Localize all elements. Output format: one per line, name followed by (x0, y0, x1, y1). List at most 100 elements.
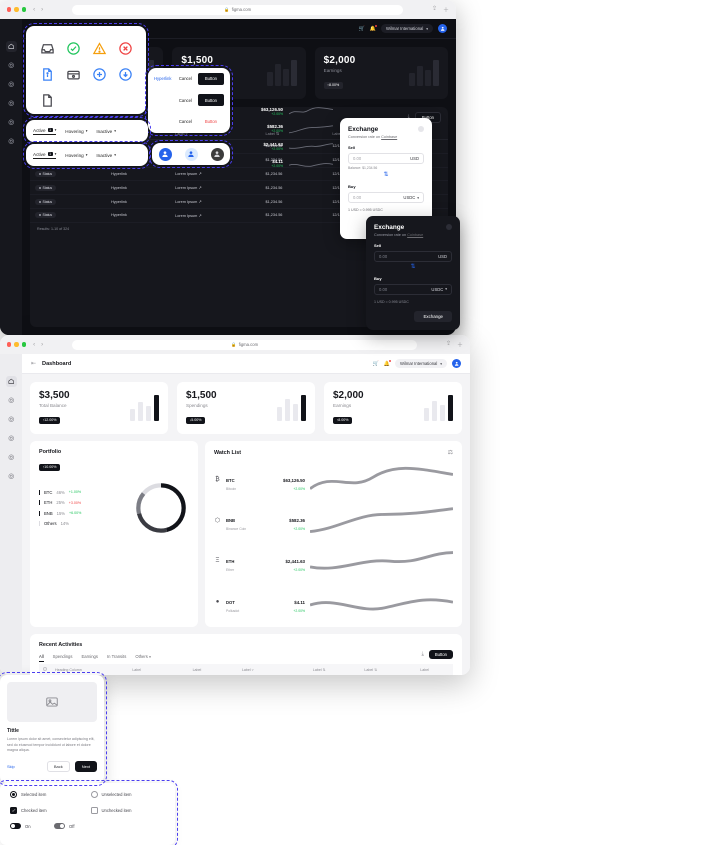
primary-button-disabled[interactable]: Button (198, 116, 224, 128)
primary-button[interactable]: Button (197, 94, 224, 107)
watchlist-row-eth[interactable]: Ξ ETH Ether $2,441.63 +2.00% (214, 544, 453, 578)
avatar-light[interactable] (184, 147, 198, 161)
filter-icon[interactable]: ⚖ (448, 449, 453, 456)
address-bar[interactable]: 🔒 figma.com (72, 4, 403, 15)
column-header-sortable[interactable]: Label ▿ (237, 664, 309, 675)
select-all-checkbox[interactable] (39, 664, 51, 675)
avatar[interactable] (452, 359, 461, 368)
dropdown-active[interactable]: Active 1 ▾ (33, 152, 57, 159)
gear-icon[interactable] (418, 126, 424, 132)
chrome-actions[interactable]: ⇪ ＋ (446, 340, 463, 349)
watchlist-row-btc[interactable]: ₿ BTC Bitcoin $63,126.50 +2.00% (214, 463, 453, 497)
back-button[interactable]: Back (46, 760, 70, 772)
sell-input[interactable]: 0.00 USD (348, 152, 424, 164)
sidebar-item-settings-3[interactable] (6, 433, 17, 444)
avatar[interactable] (438, 24, 447, 33)
stat-card-spendings: $1,500 Spendings ↓5.00% (177, 382, 315, 434)
link-cell[interactable]: Hyperlink (106, 180, 171, 196)
primary-button[interactable]: Button (197, 72, 224, 85)
column-header[interactable]: Label (128, 664, 189, 675)
checkbox-checked[interactable]: ✓ Checked item (10, 807, 85, 814)
sidebar-item-settings-2[interactable] (6, 414, 17, 425)
crypto-change: +2.00% (271, 111, 283, 116)
nav-arrows[interactable]: ‹ › (33, 342, 43, 348)
window-controls[interactable] (7, 342, 27, 347)
maximize-icon[interactable] (21, 342, 27, 347)
checkbox-unchecked[interactable]: Unchecked item (90, 807, 166, 814)
collapse-sidebar-icon[interactable]: ⇤ (31, 360, 36, 367)
dropdown-inactive[interactable]: Inactive ▾ (96, 153, 116, 158)
radio-unselected[interactable]: Unselected item (90, 791, 166, 798)
share-icon[interactable]: ⇪ (432, 5, 437, 14)
nav-arrows[interactable]: ‹ › (33, 7, 43, 13)
sidebar-item-settings-2[interactable] (6, 79, 17, 90)
external-link-icon[interactable]: ↗ (198, 214, 201, 218)
radio-selected[interactable]: Selected item (10, 791, 85, 798)
org-switcher[interactable]: Wilmar International ▾ (381, 24, 433, 33)
column-header[interactable]: Label (188, 664, 238, 675)
dropdown-hovering[interactable]: Hovering ▾ (65, 129, 87, 134)
back-icon[interactable]: ‹ (33, 7, 35, 13)
sidebar-item-settings-5[interactable] (6, 471, 17, 482)
avatar-blue[interactable] (158, 147, 172, 161)
coinbase-link[interactable]: Coinbase (381, 135, 397, 139)
sell-currency[interactable]: USD (410, 156, 419, 161)
external-link-icon[interactable]: ↗ (198, 172, 201, 176)
cancel-button[interactable]: Cancel (179, 76, 192, 81)
cart-icon[interactable]: 🛒 (373, 361, 379, 367)
watchlist-row-dot[interactable]: ● DOT Polkadot $4.11 +2.00% (214, 585, 453, 619)
close-icon[interactable] (7, 342, 12, 347)
new-tab-icon[interactable]: ＋ (457, 340, 463, 349)
dropdown-hovering[interactable]: Hovering ▾ (65, 153, 87, 158)
url-text: figma.com (238, 342, 259, 347)
table-button[interactable]: Button (428, 650, 453, 660)
address-bar[interactable]: 🔒 figma.com (72, 339, 417, 350)
chrome-actions[interactable]: ⇪ ＋ (432, 5, 449, 14)
cancel-button[interactable]: Cancel (179, 98, 192, 103)
skip-button[interactable]: Skip (7, 764, 15, 769)
new-tab-icon[interactable]: ＋ (443, 5, 449, 14)
window-controls[interactable] (7, 7, 27, 12)
column-header-sortable[interactable]: Label ⇅ (308, 664, 361, 675)
dropdown-active[interactable]: Active 1 ▾ (33, 128, 57, 135)
cart-icon[interactable]: 🛒 (359, 26, 365, 32)
watchlist-row-bnb[interactable]: ⬡ BNB Binance Coin $582.36 +2.00% (214, 503, 453, 537)
sidebar-item-settings-4[interactable] (6, 452, 17, 463)
cancel-button[interactable]: Cancel (179, 119, 192, 124)
minimize-icon[interactable] (14, 342, 19, 347)
external-link-icon[interactable]: ↗ (198, 200, 201, 204)
next-button[interactable]: Next (74, 760, 97, 772)
share-icon[interactable]: ⇪ (446, 340, 451, 349)
forward-icon[interactable]: › (41, 342, 43, 348)
column-header-sortable[interactable]: Label ⇅ (360, 664, 417, 675)
close-icon[interactable] (7, 7, 12, 12)
org-switcher[interactable]: Wilmar International ▾ (395, 359, 447, 368)
hyperlink-label[interactable]: Hyperlink (148, 76, 171, 81)
column-header[interactable]: Label (416, 664, 453, 675)
toggle-on[interactable]: On (10, 823, 48, 829)
sidebar-item-settings-1[interactable] (6, 395, 17, 406)
notification-icon[interactable]: 🔔 (384, 359, 392, 367)
sidebar-item-settings-4[interactable] (6, 117, 17, 128)
back-icon[interactable]: ‹ (33, 342, 35, 348)
maximize-icon[interactable] (21, 7, 27, 12)
swap-vertical-icon[interactable]: ⇅ (348, 171, 424, 178)
notification-icon[interactable]: 🔔 (370, 24, 378, 32)
minimize-icon[interactable] (14, 7, 19, 12)
link-cell[interactable]: Hyperlink (106, 167, 171, 182)
download-icon[interactable]: ⤓ (421, 651, 423, 658)
sidebar-item-settings-3[interactable] (6, 98, 17, 109)
buy-input[interactable]: 0.00 USDC ▾ (348, 192, 424, 203)
sidebar-item-home[interactable] (5, 376, 17, 387)
external-link-icon[interactable]: ↗ (198, 186, 201, 190)
sidebar-item-home[interactable] (5, 41, 17, 52)
link-cell[interactable]: Hyperlink (106, 208, 171, 223)
forward-icon[interactable]: › (41, 7, 43, 13)
toggle-off[interactable]: Off (54, 823, 92, 829)
buy-currency[interactable]: USDC ▾ (403, 195, 419, 200)
sidebar-item-settings-5[interactable] (6, 136, 17, 147)
sidebar-item-settings-1[interactable] (6, 60, 17, 71)
avatar-dark[interactable] (210, 147, 224, 161)
dropdown-inactive[interactable]: Inactive ▾ (96, 129, 116, 134)
link-cell[interactable]: Hyperlink (106, 194, 171, 209)
